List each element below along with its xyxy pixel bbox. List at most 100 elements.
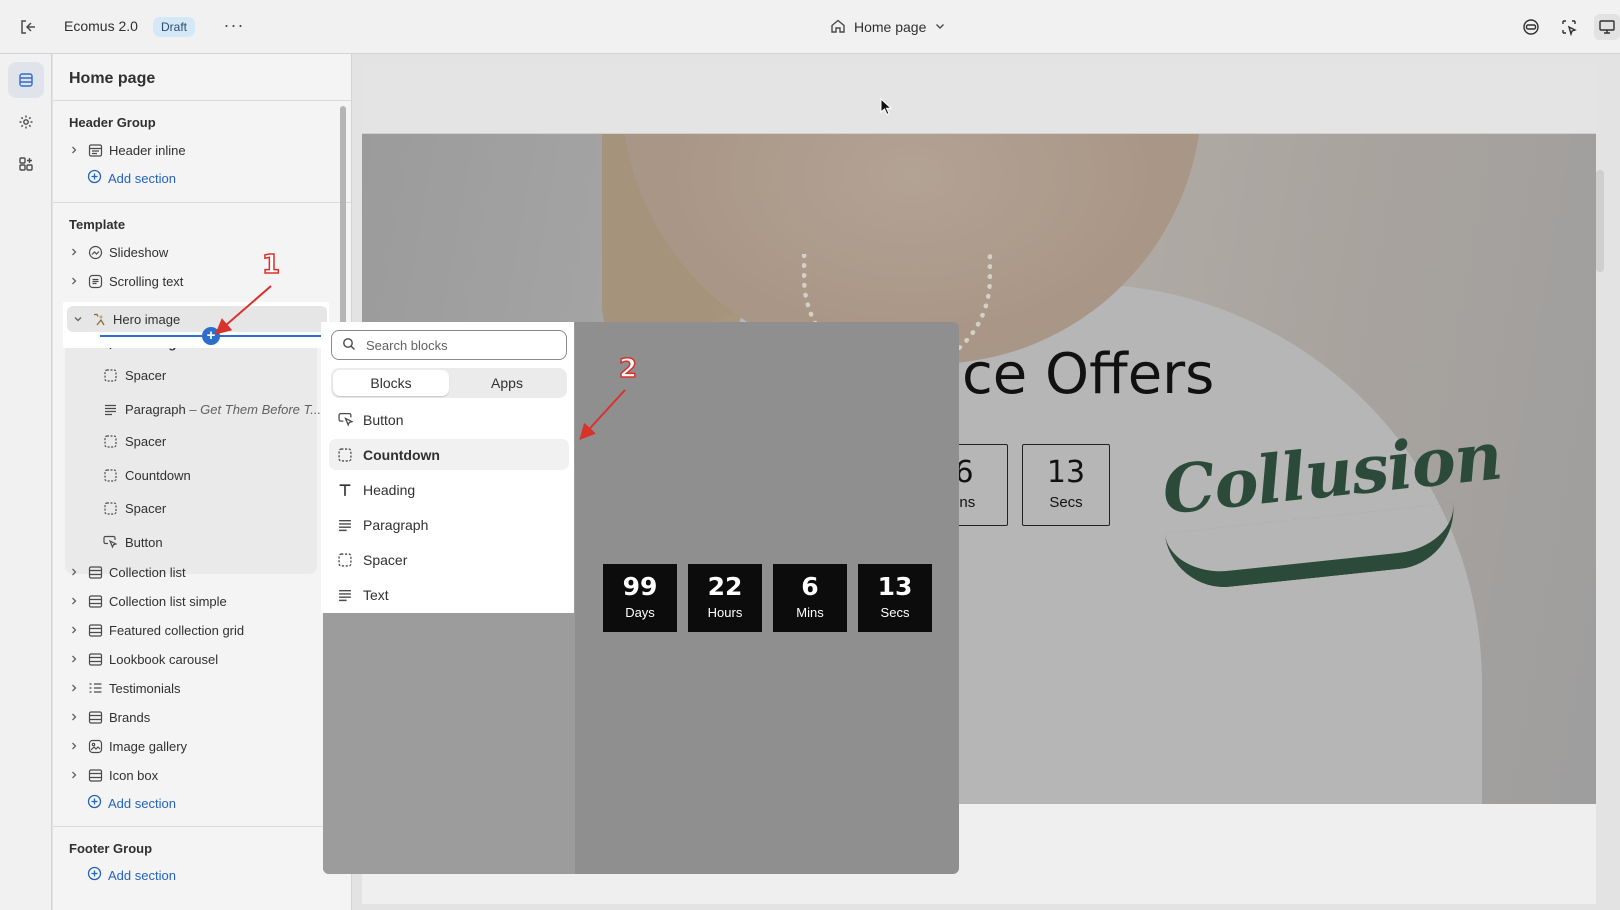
apps-icon[interactable]	[8, 146, 44, 182]
block-title: Paragraph	[125, 401, 186, 417]
overlay-countdown-mins: 6 Mins	[773, 564, 847, 632]
chevron-right-icon[interactable]	[67, 652, 81, 666]
add-section-header-button[interactable]: Add section	[87, 167, 176, 189]
chevron-right-icon[interactable]	[67, 623, 81, 637]
countdown-label: Mins	[796, 605, 824, 620]
inspector-icon[interactable]	[1556, 14, 1582, 40]
topbar-actions	[1518, 14, 1620, 40]
add-section-label: Add section	[108, 170, 176, 186]
spacer-icon	[103, 501, 117, 515]
mouse-cursor-icon	[880, 97, 893, 119]
button-icon	[337, 412, 353, 428]
add-section-label: Add section	[108, 867, 176, 883]
chevron-right-icon[interactable]	[67, 739, 81, 753]
search-blocks-input[interactable]	[366, 337, 546, 353]
picker-item-label: Countdown	[363, 446, 440, 463]
tab-apps[interactable]: Apps	[449, 370, 565, 396]
block-paragraph[interactable]: Paragraph – Get Them Before T...	[103, 396, 321, 422]
block-button[interactable]: Button	[103, 529, 163, 555]
picker-item-label: Heading	[363, 481, 416, 498]
picker-item-label: Text	[363, 586, 389, 603]
countdown-value: 6	[801, 572, 819, 601]
section-label: Image gallery	[109, 738, 188, 754]
page-selector-label: Home page	[854, 19, 927, 35]
block-label: Button	[125, 534, 163, 550]
section-collection-list[interactable]: Collection list	[63, 559, 319, 585]
add-section-footer-button[interactable]: Add section	[87, 864, 176, 886]
countdown-label: Hours	[707, 605, 743, 620]
section-label: Slideshow	[109, 244, 169, 260]
picker-item-heading[interactable]: Heading	[329, 474, 569, 505]
section-slideshow[interactable]: Slideshow	[63, 239, 319, 265]
chevron-right-icon[interactable]	[67, 245, 81, 259]
block-spacer[interactable]: Spacer	[103, 362, 166, 388]
left-rail	[0, 54, 52, 910]
section-label: Hero image	[113, 311, 181, 327]
picker-item-paragraph[interactable]: Paragraph	[329, 509, 569, 540]
picker-item-label: Spacer	[363, 551, 408, 568]
tab-blocks[interactable]: Blocks	[333, 370, 449, 396]
chevron-right-icon[interactable]	[67, 710, 81, 724]
exit-icon[interactable]	[16, 15, 40, 39]
block-spacer[interactable]: Spacer	[103, 428, 166, 454]
theme-title: Ecomus 2.0	[64, 18, 138, 34]
sections-sidebar: Home page Header Group Header inline Add…	[53, 54, 352, 910]
gear-icon[interactable]	[8, 104, 44, 140]
section-icon	[87, 767, 103, 783]
block-detail: – Get Them Before T...	[189, 401, 322, 417]
block-label: Spacer	[125, 433, 167, 449]
spacer-icon	[337, 552, 353, 568]
picker-item-text[interactable]: Text	[329, 579, 569, 610]
add-section-template-button[interactable]: Add section	[87, 792, 176, 814]
more-actions-button[interactable]: ···	[222, 15, 246, 39]
chevron-right-icon[interactable]	[67, 565, 81, 579]
insert-block-plus-button[interactable]: +	[202, 327, 220, 345]
chevron-right-icon[interactable]	[67, 768, 81, 782]
heading-icon	[337, 482, 353, 498]
section-header-inline[interactable]: Header inline	[63, 137, 319, 163]
section-testimonials[interactable]: Testimonials	[63, 675, 319, 701]
ai-assistant-icon[interactable]	[1518, 14, 1544, 40]
block-label: Spacer	[125, 500, 167, 516]
section-hero-image[interactable]: Hero image	[67, 306, 327, 332]
section-collection-list-simple[interactable]: Collection list simple	[63, 588, 319, 614]
section-label: Featured collection grid	[109, 622, 245, 638]
spacer-icon	[103, 468, 117, 482]
picker-item-countdown[interactable]: Countdown	[329, 439, 569, 470]
divider	[53, 826, 351, 827]
section-brands[interactable]: Brands	[63, 704, 319, 730]
chevron-down-icon	[934, 19, 946, 35]
picker-tabs: Blocks Apps	[331, 368, 567, 398]
section-icon-box[interactable]: Icon box	[63, 762, 319, 788]
search-blocks-field[interactable]	[331, 330, 567, 360]
chevron-right-icon[interactable]	[67, 143, 81, 157]
footer-group-title: Footer Group	[69, 841, 153, 856]
sections-icon[interactable]	[8, 62, 44, 98]
overlay-countdown-days: 99 Days	[603, 564, 677, 632]
section-lookbook-carousel[interactable]: Lookbook carousel	[63, 646, 319, 672]
chevron-right-icon[interactable]	[67, 681, 81, 695]
desktop-view-icon[interactable]	[1594, 14, 1620, 40]
block-countdown[interactable]: Countdown	[103, 462, 191, 488]
section-scrolling-text[interactable]: Scrolling text	[63, 268, 319, 294]
divider	[53, 100, 351, 101]
picker-item-spacer[interactable]: Spacer	[329, 544, 569, 575]
chevron-right-icon[interactable]	[67, 274, 81, 288]
top-bar: Ecomus 2.0 Draft ··· Home page	[0, 0, 1620, 54]
spacer-icon	[337, 447, 353, 463]
button-icon	[103, 535, 117, 549]
chevron-down-icon[interactable]	[71, 312, 85, 326]
section-image-gallery[interactable]: Image gallery	[63, 733, 319, 759]
section-label: Testimonials	[109, 680, 181, 696]
page-selector[interactable]: Home page	[830, 15, 946, 39]
chevron-right-icon[interactable]	[67, 594, 81, 608]
picker-item-button[interactable]: Button	[329, 404, 569, 435]
section-featured-collection-grid[interactable]: Featured collection grid	[63, 617, 319, 643]
section-label: Lookbook carousel	[109, 651, 219, 667]
countdown-value: 99	[622, 572, 658, 601]
preview-header-area	[362, 64, 1596, 134]
paragraph-icon	[337, 517, 353, 533]
block-spacer[interactable]: Spacer	[103, 495, 166, 521]
paragraph-icon	[103, 402, 117, 416]
preview-scrollbar[interactable]	[1596, 170, 1604, 272]
